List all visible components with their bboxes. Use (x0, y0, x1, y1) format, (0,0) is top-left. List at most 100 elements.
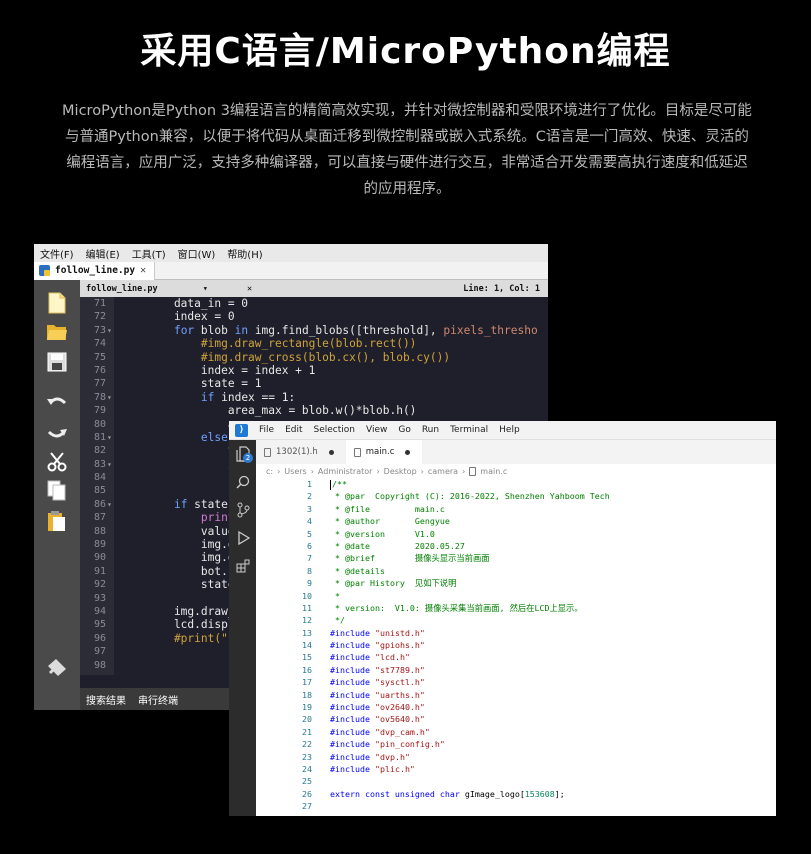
line-number: 91 (93, 565, 106, 577)
code-token: #include (330, 714, 370, 725)
code-text: data_in = 0 (147, 297, 248, 310)
open-folder-icon[interactable] (44, 319, 70, 344)
code-line: 24 #include "plic.h" (256, 763, 776, 775)
code-text: * @par History 见如下说明 (330, 577, 456, 589)
code-line: 16 #include "st7789.h" (256, 664, 776, 676)
line-number: 96 (93, 632, 106, 644)
menu-window[interactable]: 窗口(W) (178, 246, 216, 261)
code-token: */ (330, 615, 345, 626)
code-token: index = index + 1 (147, 363, 316, 377)
code-token: data_in = 0 (147, 297, 249, 310)
explorer-icon[interactable]: 2 (229, 440, 256, 468)
close-icon[interactable]: ✕ (140, 265, 146, 276)
code-token: pixels_thresho (443, 323, 538, 337)
code-token: "sysctl.h" (374, 677, 425, 688)
redo-icon[interactable] (44, 420, 70, 445)
line-number: 10 (302, 590, 312, 601)
code-text: #include "pin_config.h" (330, 738, 445, 750)
line-number: 6 (307, 540, 312, 551)
line-number: 78 (93, 391, 106, 403)
code-line: 9 * @par History 见如下说明 (256, 577, 776, 589)
line-number: 90 (93, 552, 106, 564)
line-number: 97 (93, 646, 106, 658)
copy-icon[interactable] (44, 478, 70, 503)
code-token: "lcd.h" (374, 652, 410, 663)
menu-terminal[interactable]: Terminal (450, 425, 488, 435)
menu-run[interactable]: Run (422, 425, 439, 435)
tab-serial-terminal[interactable]: 串行终端 (138, 692, 178, 707)
code-token: #include (330, 677, 370, 688)
cut-icon[interactable] (44, 449, 70, 474)
paste-icon[interactable] (44, 508, 70, 533)
line-number: 72 (93, 311, 106, 323)
search-icon[interactable] (229, 468, 256, 496)
code-token: #img.draw_rectangle(blob.rect()) (147, 337, 417, 351)
code-line: 14 #include "gpiohs.h" (256, 639, 776, 651)
tab-main-c[interactable]: main.c (345, 440, 423, 464)
menu-selection[interactable]: Selection (314, 425, 355, 435)
explorer-badge: 2 (243, 453, 253, 463)
code-text: #include "lcd.h" (330, 651, 410, 663)
tab-label: main.c (365, 447, 395, 457)
intro-paragraph: MicroPython是Python 3编程语言的精简高效实现，并针对微控制器和… (62, 103, 752, 197)
code-text: index = index + 1 (147, 363, 316, 377)
close-icon[interactable]: ✕ (247, 284, 252, 294)
vscode-code-area[interactable]: 1/** 2 * @par Copyright (C): 2016-2022, S… (256, 478, 776, 816)
tab-search-results[interactable]: 搜索结果 (86, 692, 126, 707)
breadcrumb-item[interactable]: Users (284, 467, 306, 476)
code-text: * @author Gengyue (330, 515, 450, 527)
line-number: 18 (302, 689, 312, 700)
extensions-icon[interactable] (229, 552, 256, 580)
code-line: 12 */ (256, 614, 776, 626)
fold-arrow-icon: ▾ (107, 325, 112, 335)
menu-file[interactable]: 文件(F) (40, 246, 74, 261)
code-token: "dvp_cam.h" (374, 726, 430, 737)
code-token: * @details (330, 565, 385, 576)
breadcrumb-item[interactable]: Administrator (318, 467, 373, 476)
code-text: #include "ov5640.h" (330, 713, 425, 725)
menu-help[interactable]: Help (499, 425, 520, 435)
code-token: area_max = blob.w()*blob.h() (147, 404, 417, 418)
line-number: 92 (93, 579, 106, 591)
run-debug-icon[interactable] (229, 524, 256, 552)
menu-tools[interactable]: 工具(T) (132, 246, 166, 261)
code-text: #include "ov2640.h" (330, 701, 425, 713)
breadcrumb-item[interactable]: Desktop (384, 467, 417, 476)
new-file-icon[interactable] (44, 290, 70, 315)
breadcrumb-item[interactable]: c: (266, 467, 273, 476)
tab-follow-line[interactable]: follow_line.py ✕ (34, 261, 156, 280)
undo-icon[interactable] (44, 390, 70, 415)
menu-file[interactable]: File (259, 425, 274, 435)
line-number: 84 (93, 472, 106, 484)
tab-1302-h[interactable]: 1302(1).h (256, 440, 346, 464)
line-number: 25 (302, 776, 312, 787)
save-icon[interactable] (44, 349, 70, 374)
code-text: else: (147, 431, 235, 444)
source-control-icon[interactable] (229, 496, 256, 524)
line-number: 85 (93, 485, 106, 497)
fold-arrow-icon: ▾ (107, 432, 112, 442)
connect-usb-icon[interactable] (44, 655, 70, 680)
chevron-down-icon[interactable]: ▾ (203, 284, 208, 294)
breadcrumb-item[interactable]: camera (428, 467, 458, 476)
editor-file-selector[interactable]: follow_line.py ▾ ✕ (86, 284, 252, 294)
menu-edit[interactable]: 编辑(E) (86, 246, 120, 261)
breadcrumb-item[interactable]: main.c (480, 467, 507, 476)
menu-view[interactable]: View (366, 425, 387, 435)
code-line: 17 #include "sysctl.h" (256, 676, 776, 688)
vscode-menubar: ⟩ File Edit Selection View Go Run Termin… (229, 421, 776, 440)
code-token: #include (330, 627, 370, 638)
menu-help[interactable]: 帮助(H) (227, 246, 262, 261)
menu-go[interactable]: Go (398, 425, 410, 435)
code-text: * @details (330, 565, 385, 577)
code-line: 19 #include "ov2640.h" (256, 701, 776, 713)
vscode-window: ⟩ File Edit Selection View Go Run Termin… (229, 421, 776, 816)
code-line: 23 #include "dvp.h" (256, 751, 776, 763)
activity-bar: 2 (229, 440, 256, 816)
vscode-editor-tabs: 1302(1).h main.c (256, 440, 776, 464)
line-number: 27 (302, 801, 312, 812)
line-number: 95 (93, 619, 106, 631)
menu-edit[interactable]: Edit (285, 425, 302, 435)
